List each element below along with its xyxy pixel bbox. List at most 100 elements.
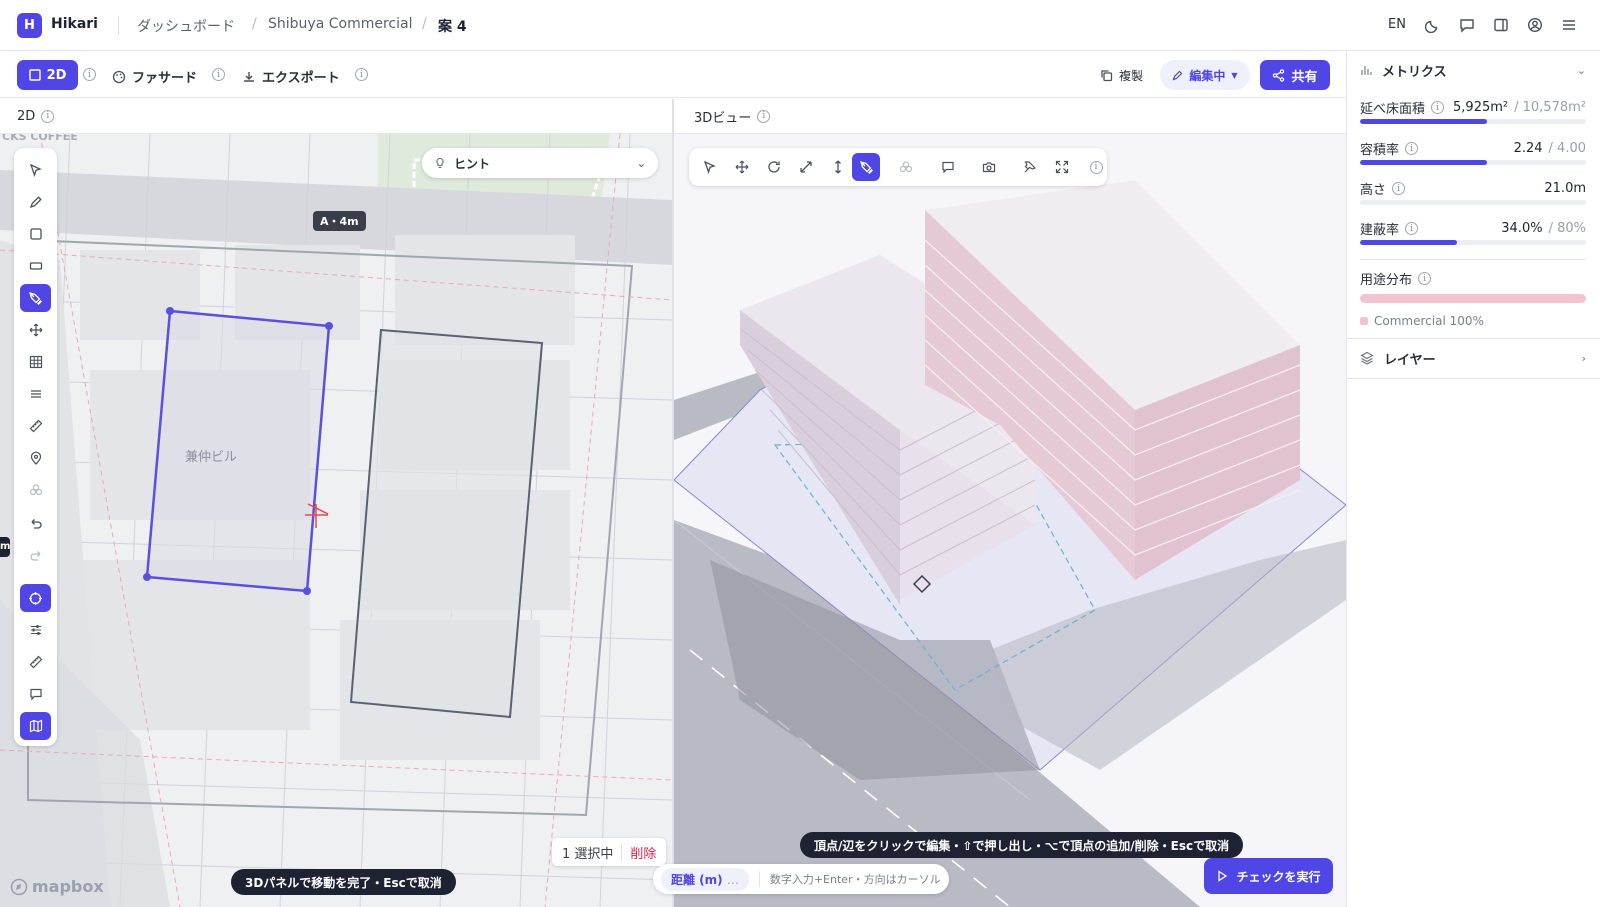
camera-icon[interactable] — [975, 153, 1003, 181]
info-icon[interactable]: i — [212, 68, 225, 81]
metric-row-far: 容積率 i 2.24 / 4.00 — [1360, 139, 1586, 158]
pencil-icon — [1172, 70, 1183, 80]
rectangle-tool-icon[interactable] — [20, 220, 51, 248]
annotation-icon[interactable] — [20, 680, 51, 708]
run-check-button[interactable]: チェックを実行 — [1204, 858, 1333, 894]
duplicate-label: 複製 — [1119, 69, 1144, 83]
panel-3d-header: 3Dビュー i — [674, 99, 1346, 134]
trees-tool-icon — [20, 476, 51, 504]
select-tool-icon[interactable] — [20, 156, 51, 184]
distance-input[interactable]: 数字入力+Enter・方向はカーソル — [770, 871, 941, 887]
comment-icon[interactable] — [934, 153, 962, 181]
move-tool-icon[interactable] — [728, 153, 756, 181]
info-icon[interactable]: i — [83, 68, 96, 81]
panel-toggle-icon[interactable] — [1490, 14, 1512, 36]
building-label: 兼仲ビル — [185, 450, 238, 465]
delete-button[interactable]: 削除 — [621, 842, 656, 862]
pen-tool-icon[interactable] — [20, 284, 51, 312]
distance-input-box[interactable]: 距離 (m) … 数字入力+Enter・方向はカーソル — [653, 864, 949, 894]
metric-value: 21.0m — [1544, 181, 1586, 196]
mode-2d-button[interactable]: 2D — [17, 60, 78, 90]
panel-2d-header: 2D i — [0, 99, 672, 134]
info-icon[interactable]: i — [1418, 272, 1432, 285]
hint-dropdown[interactable]: ヒント ⌄ — [422, 148, 658, 178]
layers-section-header[interactable]: レイヤー › — [1360, 340, 1586, 376]
usage-legend-label: Commercial 100% — [1374, 314, 1484, 328]
select-tool-icon[interactable] — [696, 153, 724, 181]
metric-row-floor-area: 延べ床面積 i 5,925m² / 10,578m² — [1360, 98, 1586, 117]
metric-limit: / 80% — [1548, 221, 1586, 236]
breadcrumb-separator: / — [252, 16, 257, 32]
export-button[interactable]: エクスポート — [242, 67, 340, 86]
undo-icon[interactable] — [20, 510, 51, 538]
map-2d-drawing — [0, 134, 672, 907]
selection-count: 1 選択中 — [562, 846, 614, 862]
move-tool-icon[interactable] — [20, 316, 51, 344]
metric-bar-coverage — [1360, 240, 1586, 245]
copy-icon — [1101, 70, 1113, 82]
instruction-pill-3d: 頂点/辺をクリックで編集・⇧で押し出し・⌥で頂点の追加/削除・Escで取消 — [800, 832, 1244, 858]
mapbox-wordmark: mapbox — [32, 877, 104, 896]
location-pin-icon[interactable] — [20, 444, 51, 472]
app-logo[interactable]: H — [17, 13, 42, 38]
distance-unit-chip[interactable]: 距離 (m) … — [661, 867, 749, 891]
ruler-tool-icon[interactable] — [20, 412, 51, 440]
facade-button[interactable]: ファサード — [112, 67, 197, 86]
slab-tool-icon[interactable] — [20, 252, 51, 280]
breadcrumb-current: 案 4 — [438, 19, 467, 35]
breadcrumb-dashboard[interactable]: ダッシュボード — [137, 16, 235, 36]
pencil-tool-icon[interactable] — [20, 188, 51, 216]
poi-label: CKS COFFEE — [2, 134, 78, 143]
comment-icon[interactable] — [1456, 14, 1478, 36]
info-icon[interactable]: i — [41, 109, 55, 123]
info-icon[interactable]: i — [1405, 222, 1419, 235]
editing-label: 編集中 — [1189, 68, 1226, 83]
info-icon[interactable]: i — [1405, 142, 1419, 155]
metric-bar-fill — [1360, 160, 1487, 165]
account-icon[interactable] — [1524, 14, 1546, 36]
facade-label: ファサード — [132, 71, 198, 86]
grid-tool-icon[interactable] — [20, 348, 51, 376]
snap-target-icon[interactable] — [20, 584, 51, 612]
info-icon[interactable]: i — [1082, 153, 1110, 181]
chevron-right-icon: › — [1581, 351, 1586, 365]
menu-icon[interactable] — [1558, 14, 1580, 36]
info-icon[interactable]: i — [1392, 182, 1406, 195]
fullscreen-icon[interactable] — [1048, 153, 1076, 181]
editing-status-dropdown[interactable]: 編集中 ▼ — [1160, 60, 1250, 90]
run-check-label: チェックを実行 — [1236, 869, 1321, 884]
divider — [1346, 378, 1600, 379]
info-icon[interactable]: i — [355, 68, 368, 81]
metric-row-coverage: 建蔽率 i 34.0% / 80% — [1360, 219, 1586, 238]
metric-value: 34.0% — [1501, 221, 1543, 236]
header-divider — [118, 16, 119, 34]
map-layer-icon[interactable] — [20, 712, 51, 740]
lines-tool-icon[interactable] — [20, 380, 51, 408]
duplicate-button[interactable]: 複製 — [1100, 67, 1143, 84]
edge-tab[interactable]: m — [0, 537, 10, 557]
view-3d-canvas[interactable] — [674, 134, 1346, 907]
metrics-section-header[interactable]: メトリクス ⌄ — [1360, 52, 1586, 88]
sliders-icon[interactable] — [20, 616, 51, 644]
measure-icon[interactable] — [20, 648, 51, 676]
editor-toolbar — [0, 51, 1346, 98]
road-width-badge: A・4m — [313, 211, 366, 231]
height-icon[interactable] — [824, 153, 852, 181]
divider — [1346, 338, 1600, 339]
map-2d-canvas[interactable]: 兼仲ビル CKS COFFEE — [0, 134, 672, 907]
metric-bar-far — [1360, 160, 1586, 165]
mode-2d-label: 2D — [46, 67, 67, 83]
language-toggle[interactable]: EN — [1388, 17, 1406, 32]
share-button[interactable]: 共有 — [1260, 60, 1330, 90]
pen-tool-icon[interactable] — [852, 153, 880, 181]
metrics-title: メトリクス — [1382, 64, 1447, 80]
info-icon[interactable]: i — [757, 109, 771, 123]
metric-value: 2.24 — [1513, 141, 1543, 156]
breadcrumb-project[interactable]: Shibuya Commercial — [268, 16, 412, 32]
bar-chart-icon — [1361, 66, 1372, 75]
moon-icon[interactable] — [1422, 14, 1444, 36]
scale-icon[interactable] — [792, 153, 820, 181]
info-icon[interactable]: i — [1431, 101, 1445, 114]
rotate-icon[interactable] — [760, 153, 788, 181]
fly-mode-icon[interactable] — [1016, 153, 1044, 181]
